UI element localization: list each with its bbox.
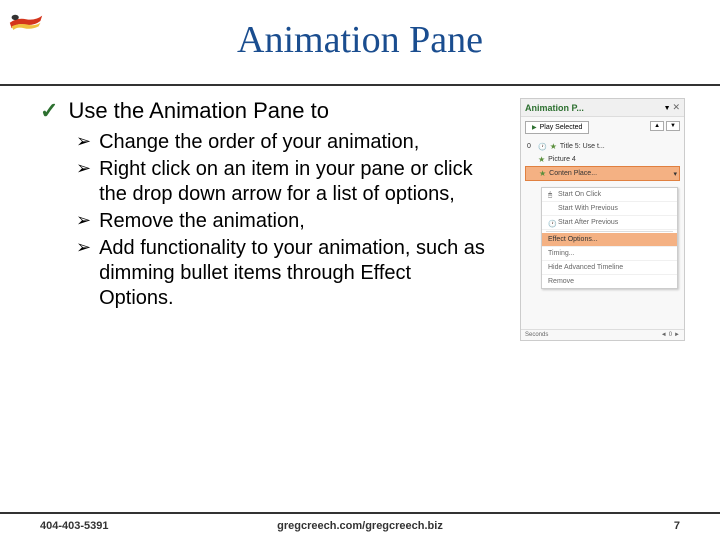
anim-index: 0 [527, 143, 535, 150]
pane-title: Animation P... [525, 103, 584, 113]
arrow-icon: ➢ [76, 209, 91, 232]
footer-site: gregcreech.com/gregcreech.biz [277, 520, 443, 532]
ctx-remove[interactable]: Remove [542, 275, 677, 288]
arrow-icon: ➢ [76, 130, 91, 153]
seconds-label: Seconds [525, 332, 548, 338]
sub-bullet: ➢ Add functionality to your animation, s… [76, 236, 510, 311]
main-bullet: ✓ Use the Animation Pane to [40, 98, 510, 124]
checkmark-icon: ✓ [40, 98, 58, 124]
close-icon[interactable]: ✕ [672, 102, 680, 112]
logo-icon [8, 6, 44, 36]
sub-bullet: ➢ Remove the animation, [76, 209, 510, 234]
star-icon: ★ [539, 169, 546, 178]
ctx-start-on-click[interactable]: 🖱Start On Click [542, 188, 677, 202]
dropdown-icon[interactable]: ▾ [673, 170, 677, 178]
animation-item-selected[interactable]: ★ Conten Place... ▾ [525, 166, 680, 181]
pane-footer: Seconds ◄ 0 ► [521, 329, 684, 340]
anim-label: Picture 4 [548, 156, 576, 163]
ctx-hide-timeline[interactable]: Hide Advanced Timeline [542, 261, 677, 275]
move-down-icon[interactable]: ▼ [666, 121, 680, 131]
separator [546, 231, 673, 232]
ctx-start-with-previous[interactable]: Start With Previous [542, 202, 677, 216]
animation-pane-screenshot: Animation P... ▼ ✕ Play Selected ▲▼ 0 🕐 … [520, 98, 685, 341]
play-selected-button[interactable]: Play Selected [525, 121, 589, 134]
sub-bullet-text: Add functionality to your animation, suc… [99, 236, 489, 311]
ctx-effect-options[interactable]: Effect Options... [542, 233, 677, 247]
animation-item[interactable]: 0 🕐 ★ Title 5: Use t... [525, 140, 680, 153]
move-up-icon[interactable]: ▲ [650, 121, 664, 131]
clock-icon: 🕐 [538, 143, 547, 151]
arrow-icon: ➢ [76, 236, 91, 259]
slide-footer: 404-403-5391 gregcreech.com/gregcreech.b… [0, 512, 720, 532]
pane-header-controls: ▼ ✕ [664, 102, 680, 113]
anim-label: Conten Place... [549, 170, 597, 177]
anim-label: Title 5: Use t... [560, 143, 605, 150]
pane-header: Animation P... ▼ ✕ [521, 99, 684, 117]
animation-item[interactable]: ★ Picture 4 [525, 153, 680, 166]
sub-bullet-text: Change the order of your animation, [99, 130, 419, 155]
footer-page-number: 7 [674, 520, 680, 532]
ctx-start-after-previous[interactable]: 🕐Start After Previous [542, 216, 677, 230]
sub-bullet: ➢ Right click on an item in your pane or… [76, 157, 510, 207]
clock-icon: 🕐 [548, 220, 554, 226]
star-icon: ★ [538, 155, 545, 164]
zoom-prev-icon[interactable]: ◄ [661, 332, 667, 338]
footer-phone: 404-403-5391 [40, 520, 109, 532]
ctx-timing[interactable]: Timing... [542, 247, 677, 261]
zoom-value: 0 [669, 332, 672, 338]
arrow-icon: ➢ [76, 157, 91, 180]
slide-title: Animation Pane [0, 0, 720, 62]
zoom-next-icon[interactable]: ► [674, 332, 680, 338]
animation-list: 0 🕐 ★ Title 5: Use t... ★ Picture 4 ★ Co… [521, 138, 684, 183]
main-bullet-text: Use the Animation Pane to [68, 98, 329, 124]
star-icon: ★ [550, 142, 557, 151]
sub-bullet-text: Remove the animation, [99, 209, 305, 234]
context-menu: 🖱Start On Click Start With Previous 🕐Sta… [541, 187, 678, 289]
content-text: ✓ Use the Animation Pane to ➢ Change the… [40, 98, 510, 341]
sub-bullet-text: Right click on an item in your pane or c… [99, 157, 489, 207]
reorder-controls[interactable]: ▲▼ [650, 121, 680, 131]
zoom-control[interactable]: ◄ 0 ► [661, 332, 680, 338]
sub-bullet: ➢ Change the order of your animation, [76, 130, 510, 155]
radio-icon: 🖱 [548, 192, 554, 198]
